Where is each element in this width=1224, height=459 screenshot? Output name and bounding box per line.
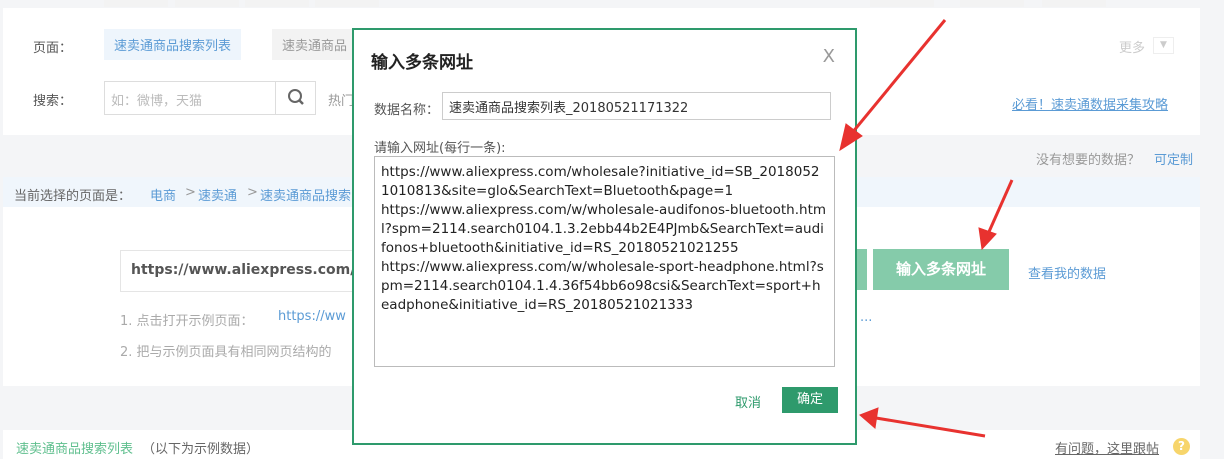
arrow-head-icon	[978, 227, 997, 251]
arrow-icon	[875, 416, 986, 438]
arrow-head-icon	[839, 123, 863, 152]
arrow-icon	[850, 19, 947, 134]
arrow-head-icon	[859, 407, 879, 429]
arrow-icon	[986, 179, 1014, 235]
annotation-arrows	[839, 19, 1014, 438]
